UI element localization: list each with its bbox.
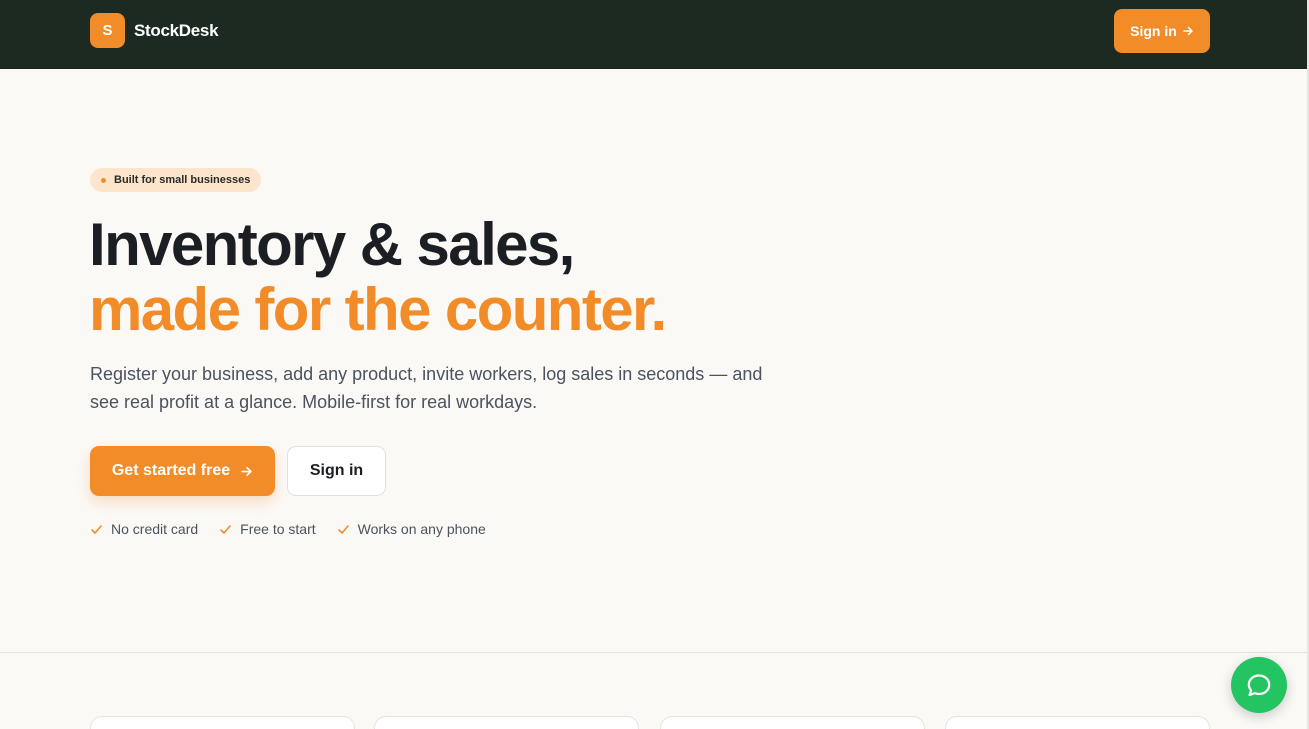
chat-bubble-icon [1247, 674, 1271, 697]
badge-dot [101, 177, 106, 183]
header-signin-button[interactable]: Sign in [1114, 9, 1210, 53]
chat-button[interactable] [1231, 657, 1287, 713]
top-navbar: S StockDesk Sign in [0, 0, 1307, 69]
arrow-right-icon [241, 466, 252, 476]
hero-title: Inventory & sales, [89, 211, 575, 278]
feature-card [374, 716, 639, 729]
hero-signin-button[interactable]: Sign in [287, 446, 386, 496]
brand-logo[interactable]: S StockDesk [90, 13, 219, 48]
feature-card [660, 716, 925, 729]
perk-item: Free to start [219, 521, 316, 537]
check-icon [337, 524, 349, 534]
check-icon [220, 524, 231, 534]
get-started-button[interactable]: Get started free [90, 446, 275, 496]
badge-label: Built for small businesses [114, 174, 251, 186]
perk-label: Free to start [240, 521, 316, 537]
hero-title-accent: made for the counter. [89, 276, 667, 343]
perk-item: Works on any phone [337, 521, 486, 537]
arrow-right-icon [1183, 26, 1193, 36]
feature-card [945, 716, 1210, 729]
brand-name: StockDesk [134, 20, 219, 40]
perks-list: No credit card Free to start Works on an… [90, 521, 486, 537]
brand-mark: S [90, 13, 125, 48]
check-icon [91, 524, 102, 534]
hero-signin-label: Sign in [309, 462, 364, 479]
perk-item: No credit card [90, 521, 198, 537]
feature-card [90, 716, 355, 729]
header-signin-label: Sign in [1130, 23, 1177, 39]
perk-label: Works on any phone [357, 521, 486, 537]
section-divider [0, 652, 1307, 653]
perk-label: No credit card [111, 521, 199, 537]
get-started-label: Get started free [111, 462, 231, 479]
hero-subtitle: Register your business, add any product,… [90, 364, 763, 412]
audience-badge: Built for small businesses [90, 168, 262, 192]
